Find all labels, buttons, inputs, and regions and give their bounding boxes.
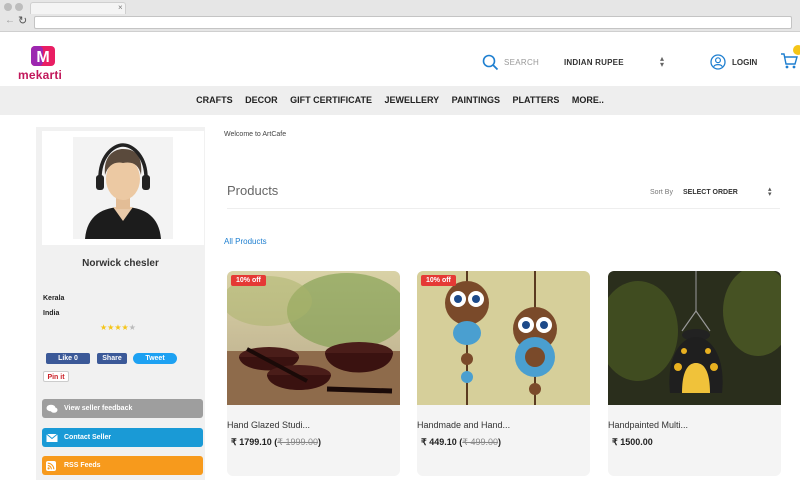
back-arrow-icon[interactable]: ← <box>5 15 15 26</box>
sort-order-select[interactable]: SELECT ORDER <box>683 189 738 196</box>
cart-count-badge[interactable] <box>793 45 800 55</box>
pinterest-pin-button[interactable]: Pin it <box>43 371 69 382</box>
seller-country: India <box>43 310 60 317</box>
feedback-label: View seller feedback <box>64 405 133 412</box>
reload-icon[interactable]: ↻ <box>18 14 27 27</box>
product-name[interactable]: Hand Glazed Studi... <box>227 420 310 430</box>
window-close-dot[interactable] <box>4 3 12 11</box>
search-label[interactable]: SEARCH <box>504 58 539 67</box>
product-card[interactable]: Handpainted Multi... ₹ 1500.00 <box>608 271 781 476</box>
discount-badge: 10% off <box>421 275 456 286</box>
product-name[interactable]: Handpainted Multi... <box>608 420 688 430</box>
product-image-lantern[interactable] <box>608 271 781 405</box>
nav-item-decor[interactable]: DECOR <box>245 95 278 105</box>
sort-by-label: Sort By <box>650 189 673 196</box>
seller-rating: ★★★★★ <box>100 323 136 332</box>
twitter-tweet-button[interactable]: Tweet <box>133 353 177 364</box>
star-filled-icon: ★ <box>114 323 122 332</box>
contact-label: Contact Seller <box>64 434 112 441</box>
browser-tab[interactable] <box>30 2 126 14</box>
facebook-like-button[interactable]: Like 0 <box>46 353 90 364</box>
nav-item-more[interactable]: MORE.. <box>572 95 604 105</box>
welcome-text: Welcome to ArtCafe <box>224 131 287 138</box>
site-header <box>0 33 800 85</box>
product-price: ₹ 1799.10 (₹ 1999.00) <box>231 437 322 447</box>
envelope-icon <box>46 432 58 451</box>
product-card[interactable]: 10% off Hand Glazed Studi... ₹ 1799.10 (… <box>227 271 400 476</box>
nav-item-paintings[interactable]: PAINTINGS <box>452 95 500 105</box>
original-price: ₹ 1999.00 <box>277 437 319 447</box>
seller-avatar <box>73 137 173 239</box>
search-icon[interactable] <box>482 54 499 76</box>
seller-name: Norwick chesler <box>82 258 159 269</box>
login-link[interactable]: LOGIN <box>732 58 757 67</box>
facebook-share-button[interactable]: Share <box>97 353 127 364</box>
contact-seller-button[interactable]: Contact Seller <box>42 428 203 447</box>
product-price: ₹ 1500.00 <box>612 437 653 448</box>
window-minimize-dot[interactable] <box>15 3 23 11</box>
current-price: ₹ 449.10 <box>421 437 457 447</box>
current-price: ₹ 1799.10 <box>231 437 272 447</box>
rss-feeds-button[interactable]: RSS Feeds <box>42 456 203 475</box>
currency-caret-icon[interactable]: ▴ ▾ <box>660 55 664 69</box>
address-bar[interactable] <box>34 16 792 29</box>
seller-state: Kerala <box>43 295 65 302</box>
product-image-bowls[interactable] <box>227 271 400 405</box>
currency-select[interactable]: INDIAN RUPEE <box>564 58 624 67</box>
current-price: ₹ 1500.00 <box>612 437 653 447</box>
discount-badge: 10% off <box>231 275 266 286</box>
nav-item-platters[interactable]: PLATTERS <box>513 95 560 105</box>
product-name[interactable]: Handmade and Hand... <box>417 420 510 430</box>
nav-item-jewellery[interactable]: JEWELLERY <box>384 95 439 105</box>
cart-icon[interactable] <box>780 52 798 75</box>
product-price: ₹ 449.10 (₹ 499.00) <box>421 437 502 447</box>
divider <box>227 208 780 209</box>
products-heading: Products <box>227 183 279 198</box>
nav-item-gift-certificate[interactable]: GIFT CERTIFICATE <box>290 95 372 105</box>
star-filled-icon: ★ <box>121 323 129 332</box>
product-image-owls[interactable] <box>417 271 590 405</box>
user-icon[interactable] <box>710 54 726 75</box>
all-products-link[interactable]: All Products <box>224 237 267 246</box>
logo-letter: M <box>36 49 49 66</box>
rss-label: RSS Feeds <box>64 462 101 469</box>
view-seller-feedback-button[interactable]: View seller feedback <box>42 399 203 418</box>
star-empty-icon: ★ <box>128 323 136 332</box>
chat-bubbles-icon <box>46 403 58 422</box>
original-price: ₹ 499.00 <box>462 437 499 447</box>
rss-icon <box>46 460 56 479</box>
product-card[interactable]: 10% off Handmade and Hand... ₹ 449.10 (₹… <box>417 271 590 476</box>
nav-item-crafts[interactable]: CRAFTS <box>196 95 233 105</box>
tab-close-icon[interactable]: × <box>118 3 123 12</box>
sort-caret-icon[interactable]: ▴ ▾ <box>768 186 772 198</box>
brand-name[interactable]: mekarti <box>18 68 62 82</box>
category-nav: CRAFTS DECOR GIFT CERTIFICATE JEWELLERY … <box>0 95 800 105</box>
